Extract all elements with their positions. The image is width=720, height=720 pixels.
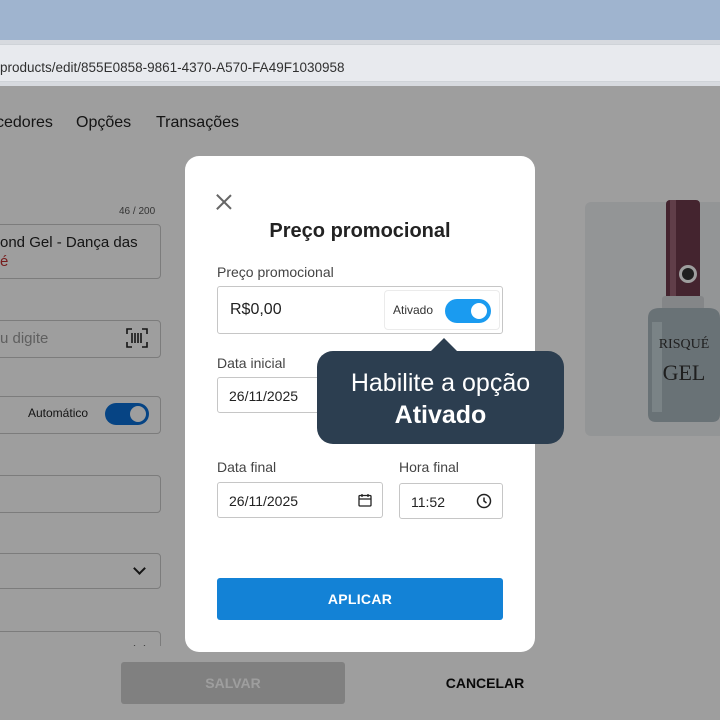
browser-top-band [0, 0, 720, 40]
calendar-icon[interactable] [358, 493, 372, 507]
url-text: products/edit/855E0858-9861-4370-A570-FA… [0, 60, 345, 75]
end-time-input[interactable]: 11:52 [399, 483, 503, 519]
end-date-input[interactable]: 26/11/2025 [217, 482, 383, 518]
tooltip-arrow [430, 338, 458, 352]
tooltip-line2: Ativado [394, 401, 487, 429]
ativado-toggle-group: Ativado [385, 291, 499, 329]
close-icon[interactable] [216, 194, 232, 210]
end-time-value: 11:52 [411, 494, 445, 510]
ativado-label: Ativado [393, 303, 434, 317]
start-date-value: 26/11/2025 [229, 388, 299, 404]
price-value: R$0,00 [230, 301, 282, 318]
start-date-label: Data inicial [217, 355, 286, 371]
hint-tooltip: Habilite a opção Ativado [317, 351, 564, 444]
end-date-label: Data final [217, 459, 277, 475]
ativado-toggle[interactable] [445, 299, 491, 323]
url-field[interactable]: products/edit/855E0858-9861-4370-A570-FA… [0, 44, 720, 82]
modal-title: Preço promocional [269, 220, 451, 242]
apply-button[interactable]: APLICAR [217, 578, 503, 620]
address-bar: products/edit/855E0858-9861-4370-A570-FA… [0, 40, 720, 86]
end-date-value: 26/11/2025 [229, 493, 299, 509]
clock-icon[interactable] [476, 493, 492, 509]
price-label: Preço promocional [217, 264, 334, 280]
tooltip-line1: Habilite a opção [350, 369, 531, 397]
end-time-label: Hora final [399, 459, 459, 475]
